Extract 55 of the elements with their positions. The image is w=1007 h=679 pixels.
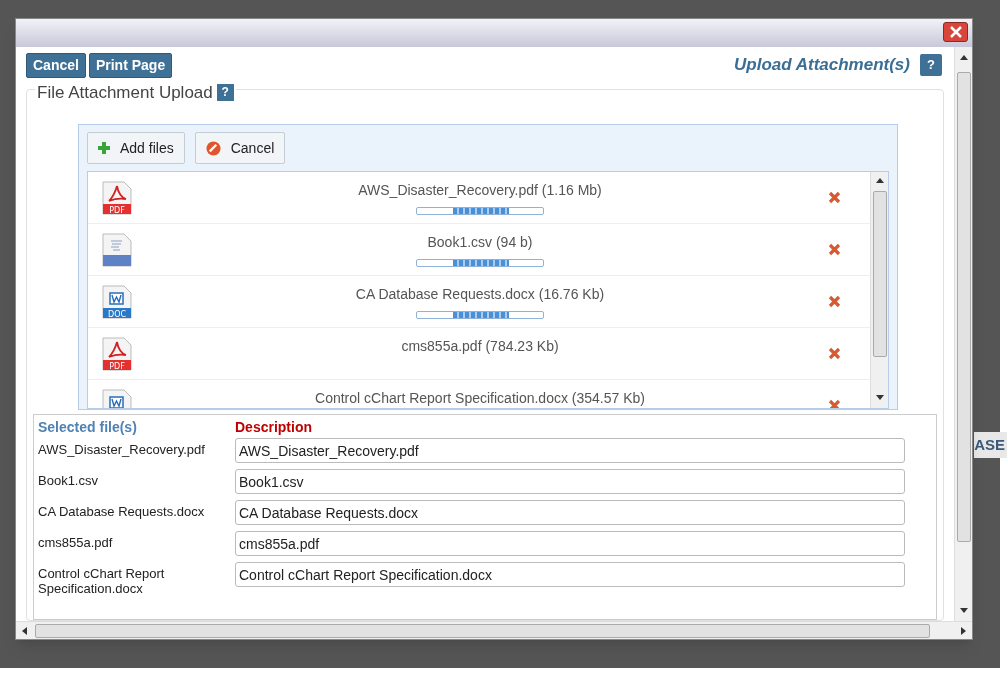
scroll-down-icon[interactable] [875,395,884,400]
close-icon [828,243,841,256]
dialog-heading: Upload Attachment(s) [734,54,910,77]
horizontal-scrollbar[interactable] [16,621,972,639]
text-file-icon [102,232,132,267]
file-name: Control cChart Report Specification.docx (354.57 Kb) [315,389,645,408]
file-name: Book1.csv (94 b) [427,233,533,252]
scroll-left-icon[interactable] [22,626,27,635]
scroll-right-icon[interactable] [961,626,966,635]
word-file-icon: DOC [102,284,132,319]
close-icon [828,347,841,360]
remove-button[interactable] [828,398,842,408]
background-tab[interactable]: ASE [974,432,1007,458]
description-field[interactable]: CA Database Requests.docx [235,500,905,525]
pdf-file-icon: PDF [102,180,132,215]
close-button[interactable] [943,22,968,42]
help-button[interactable]: ? [216,84,234,102]
column-header: Description [235,418,312,435]
file-name: CA Database Requests.docx (16.76 Kb) [355,285,605,304]
scroll-up-icon[interactable] [959,55,968,60]
file-name: cms855a.pdf [38,534,114,550]
scroll-thumb[interactable] [35,623,930,638]
cancel-button[interactable]: Cancel [194,132,286,164]
remove-button[interactable] [828,346,842,361]
column-header: Selected file(s) [38,418,138,435]
toolbar-button[interactable]: Print Page [88,52,173,78]
scroll-thumb[interactable] [872,191,887,357]
description-field[interactable]: Control cChart Report Specification.docx [235,562,905,587]
description-field[interactable]: AWS_Disaster_Recovery.pdf [235,438,905,463]
file-name: Control cChart Report Specification.docx [38,565,166,596]
add-files-button[interactable]: Add files [87,132,185,164]
prohibited-icon [205,140,221,156]
scroll-thumb[interactable] [956,72,971,542]
close-icon [828,191,841,204]
dialog-scrollbar[interactable] [954,47,972,621]
remove-button[interactable] [828,190,842,205]
description-field[interactable]: cms855a.pdf [235,531,905,556]
scroll-down-icon[interactable] [959,608,968,613]
toolbar-button[interactable]: Cancel [26,52,86,78]
close-icon [949,26,962,38]
file-name: AWS_Disaster_Recovery.pdf [38,441,206,457]
remove-button[interactable] [828,242,842,257]
file-name: AWS_Disaster_Recovery.pdf (1.16 Mb) [358,181,602,200]
file-name: cms855a.pdf (784.23 Kb) [401,337,559,356]
scroll-up-icon[interactable] [875,178,884,183]
remove-button[interactable] [828,294,842,309]
section-legend: File Attachment Upload [37,80,213,106]
plus-icon [98,142,110,154]
pdf-file-icon: PDF [102,336,132,371]
file-name: Book1.csv [38,472,99,488]
file-name: CA Database Requests.docx [38,503,206,519]
description-field[interactable]: Book1.csv [235,469,905,494]
close-icon [828,295,841,308]
list-scrollbar[interactable] [870,172,888,408]
help-button[interactable]: ? [920,54,942,76]
